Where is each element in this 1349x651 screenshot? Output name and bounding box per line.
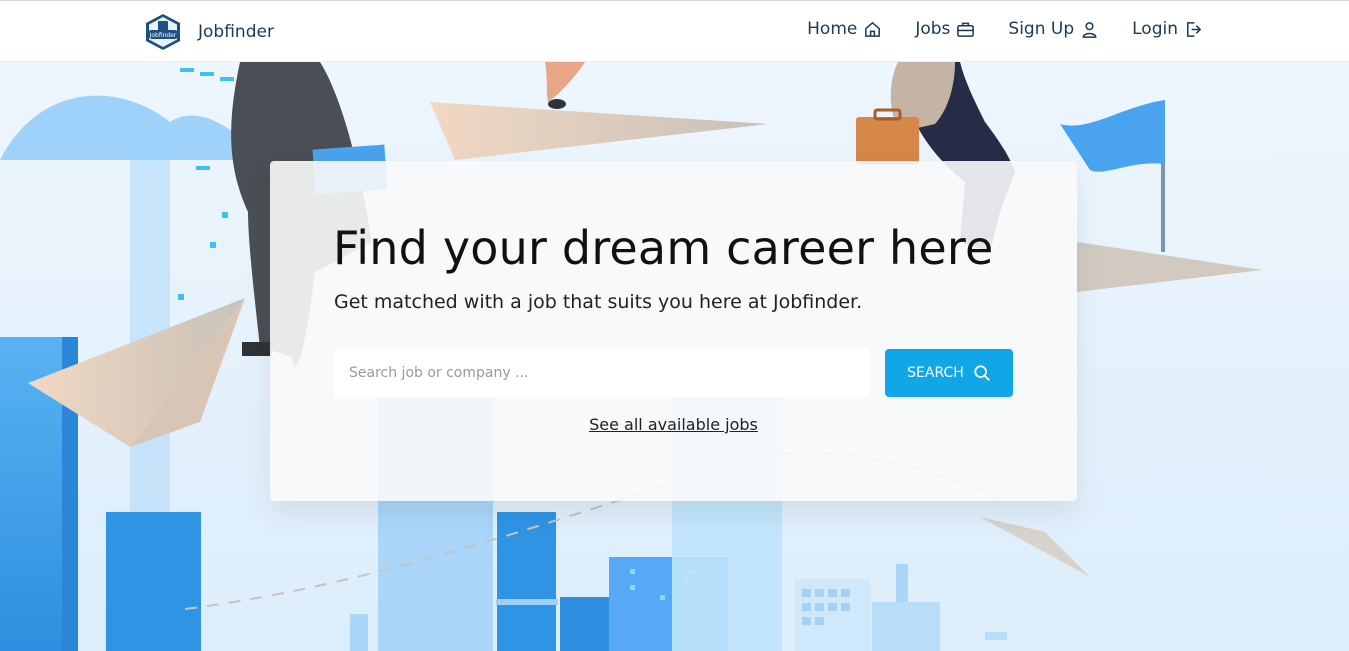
see-all-jobs-link[interactable]: See all available jobs — [589, 415, 758, 434]
search-button-label: SEARCH — [907, 365, 964, 381]
login-icon — [1187, 21, 1202, 37]
jobfinder-logo: Jobfinder — [146, 14, 180, 50]
nav-login-link[interactable]: Login — [1132, 19, 1203, 39]
hero-section: Find your dream career here Get matched … — [0, 62, 1349, 651]
search-button[interactable]: SEARCH — [885, 349, 1013, 397]
brand[interactable]: Jobfinder Jobfinder — [143, 13, 274, 51]
hero-headline: Find your dream career here — [333, 221, 994, 275]
top-navbar: Jobfinder Jobfinder Home Jobs Sign Up Lo… — [0, 0, 1349, 62]
nav-jobs-link[interactable]: Jobs — [915, 19, 975, 39]
user-icon — [1082, 21, 1097, 38]
nav-signup-link[interactable]: Sign Up — [1008, 19, 1099, 39]
search-icon — [974, 365, 990, 381]
nav-home-label: Home — [807, 19, 858, 39]
briefcase-icon — [957, 22, 975, 37]
search-input[interactable] — [334, 349, 869, 397]
nav-jobs-label: Jobs — [915, 19, 951, 39]
nav-login-label: Login — [1132, 19, 1178, 39]
brand-name: Jobfinder — [198, 22, 274, 42]
see-all-jobs-container: See all available jobs — [270, 415, 1077, 434]
svg-text:Jobfinder: Jobfinder — [149, 32, 177, 39]
nav-home-link[interactable]: Home — [807, 19, 882, 39]
hero-subheadline: Get matched with a job that suits you he… — [334, 291, 863, 313]
nav-signup-label: Sign Up — [1008, 19, 1075, 39]
hero-card: Find your dream career here Get matched … — [270, 161, 1077, 501]
nav-links: Home Jobs Sign Up Login — [807, 19, 1203, 39]
home-icon — [865, 21, 881, 37]
